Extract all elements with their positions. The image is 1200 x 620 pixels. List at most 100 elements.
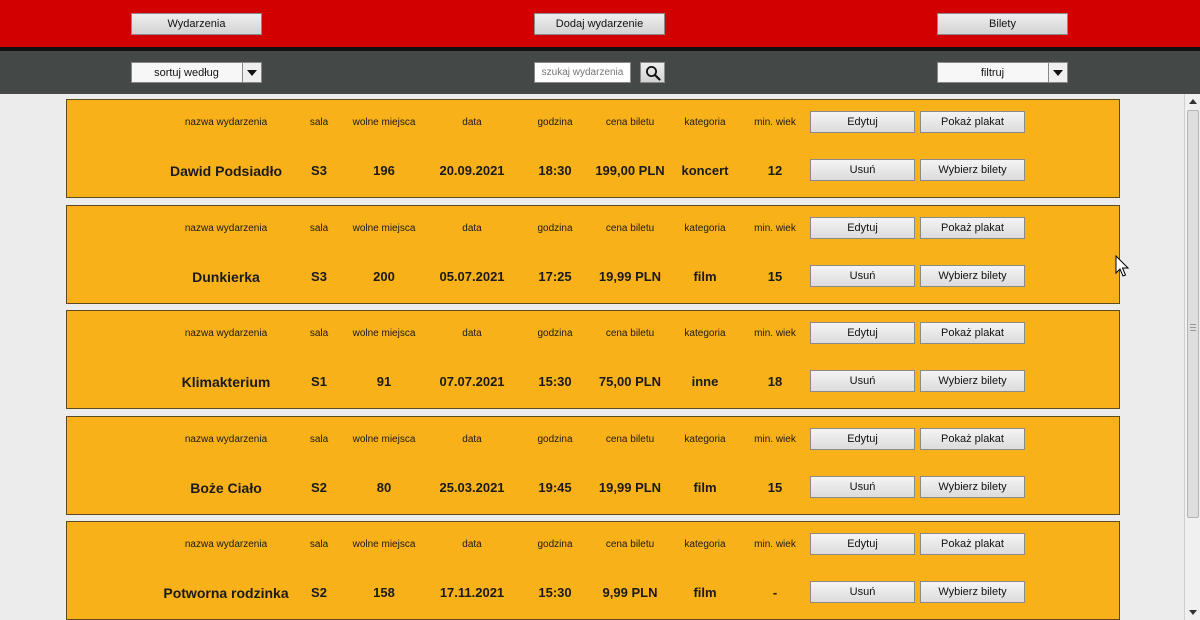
tickets-nav-button[interactable]: Bilety <box>937 13 1068 35</box>
vertical-scrollbar[interactable] <box>1184 94 1200 620</box>
column-header-price: cena biletu <box>605 117 655 128</box>
event-room: S2 <box>311 480 327 495</box>
event-date: 05.07.2021 <box>439 269 505 284</box>
show-poster-button[interactable]: Pokaż plakat <box>920 217 1025 239</box>
choose-tickets-button[interactable]: Wybierz bilety <box>920 581 1025 603</box>
event-time: 19:45 <box>538 480 572 495</box>
column-header-price: cena biletu <box>605 434 655 445</box>
choose-tickets-button[interactable]: Wybierz bilety <box>920 370 1025 392</box>
event-category: inne <box>691 374 719 389</box>
show-poster-button[interactable]: Pokaż plakat <box>920 533 1025 555</box>
column-header-seats: wolne miejsca <box>352 117 416 128</box>
edit-button[interactable]: Edytuj <box>810 322 915 344</box>
choose-tickets-button[interactable]: Wybierz bilety <box>920 265 1025 287</box>
show-poster-button[interactable]: Pokaż plakat <box>920 428 1025 450</box>
column-header-min-age: min. wiek <box>754 539 796 550</box>
chevron-down-icon[interactable] <box>1048 63 1067 82</box>
event-time: 17:25 <box>538 269 572 284</box>
event-card: nazwa wydarzenia sala wolne miejsca data… <box>66 205 1120 304</box>
event-card: nazwa wydarzenia sala wolne miejsca data… <box>66 416 1120 515</box>
event-min-age: 15 <box>767 269 783 284</box>
show-poster-button[interactable]: Pokaż plakat <box>920 322 1025 344</box>
choose-tickets-button[interactable]: Wybierz bilety <box>920 476 1025 498</box>
column-header-room: sala <box>309 223 329 234</box>
event-room: S3 <box>311 269 327 284</box>
column-header-seats: wolne miejsca <box>352 539 416 550</box>
delete-button[interactable]: Usuń <box>810 265 915 287</box>
column-header-time: godzina <box>537 223 573 234</box>
column-header-date: data <box>462 117 482 128</box>
event-category: film <box>693 480 717 495</box>
column-header-min-age: min. wiek <box>754 117 796 128</box>
event-name: Boże Ciało <box>190 480 262 496</box>
filter-dropdown-label: filtruj <box>980 66 1005 79</box>
column-header-name: nazwa wydarzenia <box>184 117 268 128</box>
edit-button[interactable]: Edytuj <box>810 111 915 133</box>
column-header-date: data <box>462 434 482 445</box>
edit-button[interactable]: Edytuj <box>810 217 915 239</box>
filter-dropdown[interactable]: filtruj <box>937 62 1068 83</box>
column-header-seats: wolne miejsca <box>352 223 416 234</box>
mouse-cursor-icon <box>1115 255 1130 277</box>
show-poster-button[interactable]: Pokaż plakat <box>920 111 1025 133</box>
event-price: 9,99 PLN <box>602 585 658 600</box>
top-nav-bar: Wydarzenia Dodaj wydarzenie Bilety <box>0 0 1200 47</box>
column-header-category: kategoria <box>684 117 726 128</box>
edit-button[interactable]: Edytuj <box>810 533 915 555</box>
column-header-time: godzina <box>537 434 573 445</box>
column-header-date: data <box>462 328 482 339</box>
delete-button[interactable]: Usuń <box>810 370 915 392</box>
search-input[interactable] <box>534 62 631 83</box>
event-seats: 80 <box>376 480 392 495</box>
scrollbar-thumb[interactable] <box>1187 110 1199 518</box>
add-event-nav-button[interactable]: Dodaj wydarzenie <box>534 13 665 35</box>
event-room: S3 <box>311 163 327 178</box>
column-header-room: sala <box>309 117 329 128</box>
search-icon <box>645 65 661 81</box>
event-time: 15:30 <box>538 585 572 600</box>
event-min-age: - <box>772 585 778 600</box>
column-header-price: cena biletu <box>605 328 655 339</box>
event-name: Potworna rodzinka <box>163 585 289 601</box>
scroll-up-icon[interactable] <box>1185 94 1200 109</box>
column-header-category: kategoria <box>684 223 726 234</box>
column-header-time: godzina <box>537 539 573 550</box>
column-header-seats: wolne miejsca <box>352 434 416 445</box>
events-nav-button[interactable]: Wydarzenia <box>131 13 262 35</box>
event-room: S1 <box>311 374 327 389</box>
event-price: 19,99 PLN <box>598 269 662 284</box>
event-room: S2 <box>311 585 327 600</box>
event-card: nazwa wydarzenia sala wolne miejsca data… <box>66 99 1120 198</box>
event-date: 25.03.2021 <box>439 480 505 495</box>
column-header-min-age: min. wiek <box>754 434 796 445</box>
event-seats: 196 <box>373 163 395 178</box>
column-header-min-age: min. wiek <box>754 223 796 234</box>
delete-button[interactable]: Usuń <box>810 581 915 603</box>
event-name: Klimakterium <box>181 374 271 390</box>
sort-dropdown[interactable]: sortuj według <box>131 62 262 83</box>
event-card: nazwa wydarzenia sala wolne miejsca data… <box>66 521 1120 620</box>
event-price: 75,00 PLN <box>598 374 662 389</box>
delete-button[interactable]: Usuń <box>810 476 915 498</box>
event-seats: 200 <box>373 269 395 284</box>
column-header-category: kategoria <box>684 434 726 445</box>
column-header-room: sala <box>309 539 329 550</box>
search-button[interactable] <box>640 62 665 83</box>
chevron-down-icon[interactable] <box>242 63 261 82</box>
event-seats: 91 <box>376 374 392 389</box>
column-header-category: kategoria <box>684 539 726 550</box>
event-name: Dunkierka <box>192 269 260 285</box>
event-date: 17.11.2021 <box>439 585 505 600</box>
edit-button[interactable]: Edytuj <box>810 428 915 450</box>
event-list: nazwa wydarzenia sala wolne miejsca data… <box>0 94 1184 620</box>
event-category: koncert <box>681 163 729 178</box>
column-header-price: cena biletu <box>605 223 655 234</box>
column-header-time: godzina <box>537 117 573 128</box>
event-min-age: 18 <box>767 374 783 389</box>
column-header-time: godzina <box>537 328 573 339</box>
delete-button[interactable]: Usuń <box>810 159 915 181</box>
event-time: 15:30 <box>538 374 572 389</box>
scroll-down-icon[interactable] <box>1185 605 1200 620</box>
column-header-name: nazwa wydarzenia <box>184 434 268 445</box>
choose-tickets-button[interactable]: Wybierz bilety <box>920 159 1025 181</box>
